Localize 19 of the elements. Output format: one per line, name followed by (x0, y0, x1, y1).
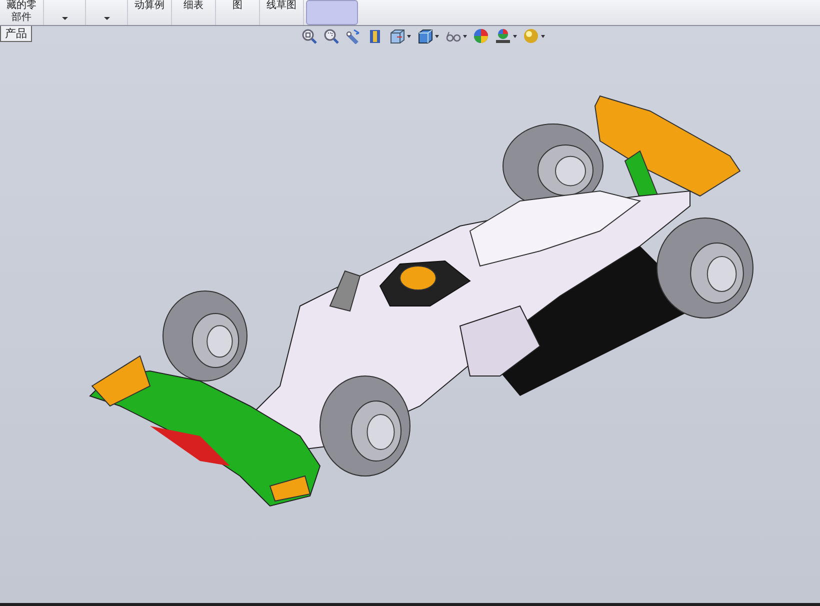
caret-icon (62, 17, 68, 20)
ribbon-button[interactable]: 藏的零 部件 (0, 0, 44, 25)
ribbon-button[interactable]: 动算例 (128, 0, 172, 25)
feature-tab[interactable]: 产品 (0, 26, 32, 42)
color-ball-icon (473, 28, 489, 44)
sphere-icon (523, 28, 539, 44)
ribbon-button[interactable]: 图 (216, 0, 260, 25)
zoom-area-icon (323, 28, 339, 44)
pointer-icon (345, 28, 361, 44)
cube-icon (417, 28, 433, 44)
zoom-fit-icon (301, 28, 317, 44)
cube-icon (389, 28, 405, 44)
section-view-icon (367, 28, 383, 44)
appearance-button[interactable] (472, 26, 490, 46)
scene-icon (495, 28, 511, 44)
scene-button[interactable] (494, 26, 518, 46)
ribbon-button[interactable]: 细表 (172, 0, 216, 25)
caret-icon (104, 17, 110, 20)
ribbon-button[interactable]: 线草图 (260, 0, 304, 25)
